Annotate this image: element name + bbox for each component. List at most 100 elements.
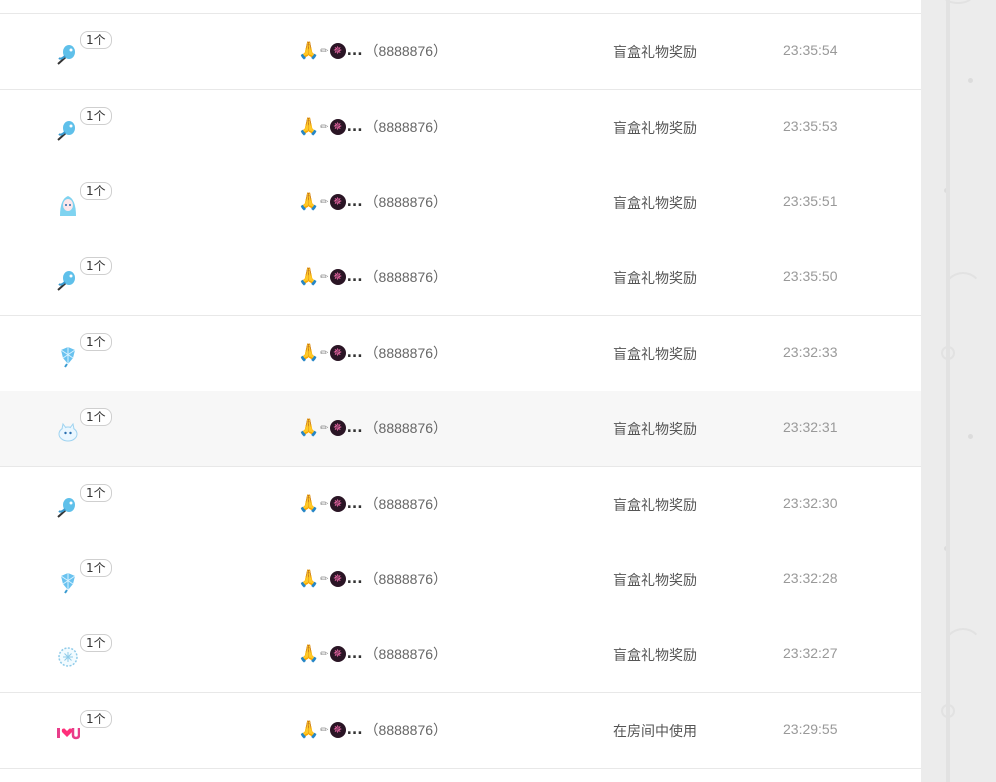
pencil-icon: ✏: [320, 196, 329, 208]
gift-source: 盲盒礼物奖励: [613, 422, 697, 438]
pencil-icon: ✏: [320, 648, 329, 660]
gift-record-row: 1个 🙏 ✏ ✵ ... （8888876） 盲盒礼物奖励 23:35:50: [0, 240, 921, 316]
snow-cat-icon: [56, 419, 80, 443]
gift-record-row: 1个 🙏 ✏ ✵ ... （8888876） 盲盒礼物奖励 23:32:30: [0, 467, 921, 543]
user-cell[interactable]: 🙏 ✏ ✵ ... （8888876）: [298, 41, 447, 61]
gift-count-badge: 1个: [80, 31, 112, 49]
name-ellipsis: ...: [346, 194, 363, 210]
flower-badge-icon: ✵: [329, 722, 346, 738]
user-cell[interactable]: 🙏 ✏ ✵ ... （8888876）: [298, 343, 447, 363]
gift-count-badge: 1个: [80, 182, 112, 200]
user-id: （8888876）: [364, 345, 448, 361]
user-cell[interactable]: 🙏 ✏ ✵ ... （8888876）: [298, 569, 447, 589]
user-id: （8888876）: [364, 722, 448, 738]
timestamp: 23:35:51: [783, 193, 838, 209]
ice-crystal-icon: [56, 570, 80, 594]
pray-emoji: 🙏: [298, 117, 320, 137]
gift-source: 盲盒礼物奖励: [613, 45, 697, 61]
anime-girl-icon: [56, 193, 80, 217]
user-id: （8888876）: [364, 269, 448, 285]
pencil-icon: ✏: [320, 121, 329, 133]
gift-record-row: 1个 🙏 ✏ ✵ ... （8888876） 盲盒礼物奖励 23:35:51: [0, 165, 921, 241]
blue-bird-icon: [56, 42, 80, 66]
flower-badge-icon: ✵: [329, 194, 346, 210]
flower-badge-icon: ✵: [329, 646, 346, 662]
flower-badge-icon: ✵: [329, 269, 346, 285]
timestamp: 23:32:30: [783, 495, 838, 511]
gift-source: 盲盒礼物奖励: [613, 498, 697, 514]
gift-source: 盲盒礼物奖励: [613, 196, 697, 212]
user-cell[interactable]: 🙏 ✏ ✵ ... （8888876）: [298, 418, 447, 438]
gift-count-badge: 1个: [80, 408, 112, 426]
gift-record-row: 1个 🙏 ✏ ✵ ... （8888876） 在房间中使用 23:29:55: [0, 693, 921, 769]
gift-count-badge: 1个: [80, 710, 112, 728]
gift-source: 盲盒礼物奖励: [613, 271, 697, 287]
user-id: （8888876）: [364, 119, 448, 135]
blue-bird-icon: [56, 268, 80, 292]
pray-emoji: 🙏: [298, 192, 320, 212]
timestamp: 23:32:27: [783, 645, 838, 661]
pray-emoji: 🙏: [298, 720, 320, 740]
gift-count-badge: 1个: [80, 484, 112, 502]
decor-dot-shape: [968, 78, 973, 83]
name-ellipsis: ...: [346, 420, 363, 436]
name-ellipsis: ...: [346, 571, 363, 587]
timestamp: 23:32:33: [783, 344, 838, 360]
pray-emoji: 🙏: [298, 569, 320, 589]
name-ellipsis: ...: [346, 646, 363, 662]
ice-crystal-icon: [56, 344, 80, 368]
gift-source: 在房间中使用: [613, 724, 697, 740]
gift-record-row: 1个 🙏 ✏ ✵ ... （8888876） 盲盒礼物奖励 23:32:33: [0, 316, 921, 392]
pencil-icon: ✏: [320, 724, 329, 736]
gift-source: 盲盒礼物奖励: [613, 121, 697, 137]
gift-source: 盲盒礼物奖励: [613, 573, 697, 589]
name-ellipsis: ...: [346, 345, 363, 361]
user-id: （8888876）: [364, 571, 448, 587]
right-side-panel: [921, 0, 996, 782]
flower-badge-icon: ✵: [329, 345, 346, 361]
timestamp: 23:32:28: [783, 570, 838, 586]
user-cell[interactable]: 🙏 ✏ ✵ ... （8888876）: [298, 720, 447, 740]
gift-record-row: 1个 🙏 ✏ ✵ ... （8888876） 盲盒礼物奖励 23:35:53: [0, 90, 921, 166]
scrollbar-track[interactable]: [946, 0, 950, 782]
pray-emoji: 🙏: [298, 494, 320, 514]
user-cell[interactable]: 🙏 ✏ ✵ ... （8888876）: [298, 192, 447, 212]
name-ellipsis: ...: [346, 722, 363, 738]
gift-record-list: 1个 🙏 ✏ ✵ ... （8888876） 盲盒礼物奖励 23:35:54 1…: [0, 0, 921, 782]
timestamp: 23:35:54: [783, 42, 838, 58]
pray-emoji: 🙏: [298, 644, 320, 664]
pencil-icon: ✏: [320, 498, 329, 510]
pencil-icon: ✏: [320, 45, 329, 57]
pencil-icon: ✏: [320, 573, 329, 585]
flower-badge-icon: ✵: [329, 571, 346, 587]
timestamp: 23:32:31: [783, 419, 838, 435]
user-cell[interactable]: 🙏 ✏ ✵ ... （8888876）: [298, 267, 447, 287]
pencil-icon: ✏: [320, 347, 329, 359]
timestamp: 23:35:50: [783, 268, 838, 284]
user-id: （8888876）: [364, 43, 448, 59]
name-ellipsis: ...: [346, 496, 363, 512]
timestamp: 23:29:55: [783, 721, 838, 737]
gift-record-row: 1个 🙏 ✏ ✵ ... （8888876） 盲盒礼物奖励 23:32:28: [0, 542, 921, 618]
pray-emoji: 🙏: [298, 343, 320, 363]
gift-count-badge: 1个: [80, 107, 112, 125]
name-ellipsis: ...: [346, 119, 363, 135]
blue-bird-icon: [56, 495, 80, 519]
flower-badge-icon: ✵: [329, 43, 346, 59]
gift-source: 盲盒礼物奖励: [613, 347, 697, 363]
user-cell[interactable]: 🙏 ✏ ✵ ... （8888876）: [298, 494, 447, 514]
decor-dot-shape: [968, 434, 973, 439]
user-id: （8888876）: [364, 194, 448, 210]
i-love-u-icon: [56, 721, 80, 745]
flower-badge-icon: ✵: [329, 119, 346, 135]
pray-emoji: 🙏: [298, 418, 320, 438]
gift-record-row: 1个 🙏 ✏ ✵ ... （8888876） 盲盒礼物奖励 23:32:31: [0, 391, 921, 467]
gift-count-badge: 1个: [80, 634, 112, 652]
gift-count-badge: 1个: [80, 257, 112, 275]
user-id: （8888876）: [364, 496, 448, 512]
user-cell[interactable]: 🙏 ✏ ✵ ... （8888876）: [298, 644, 447, 664]
snow-bubble-icon: [56, 645, 80, 669]
user-cell[interactable]: 🙏 ✏ ✵ ... （8888876）: [298, 117, 447, 137]
gift-record-row: 1个 🙏 ✏ ✵ ... （8888876） 盲盒礼物奖励 23:32:27: [0, 617, 921, 693]
user-id: （8888876）: [364, 420, 448, 436]
